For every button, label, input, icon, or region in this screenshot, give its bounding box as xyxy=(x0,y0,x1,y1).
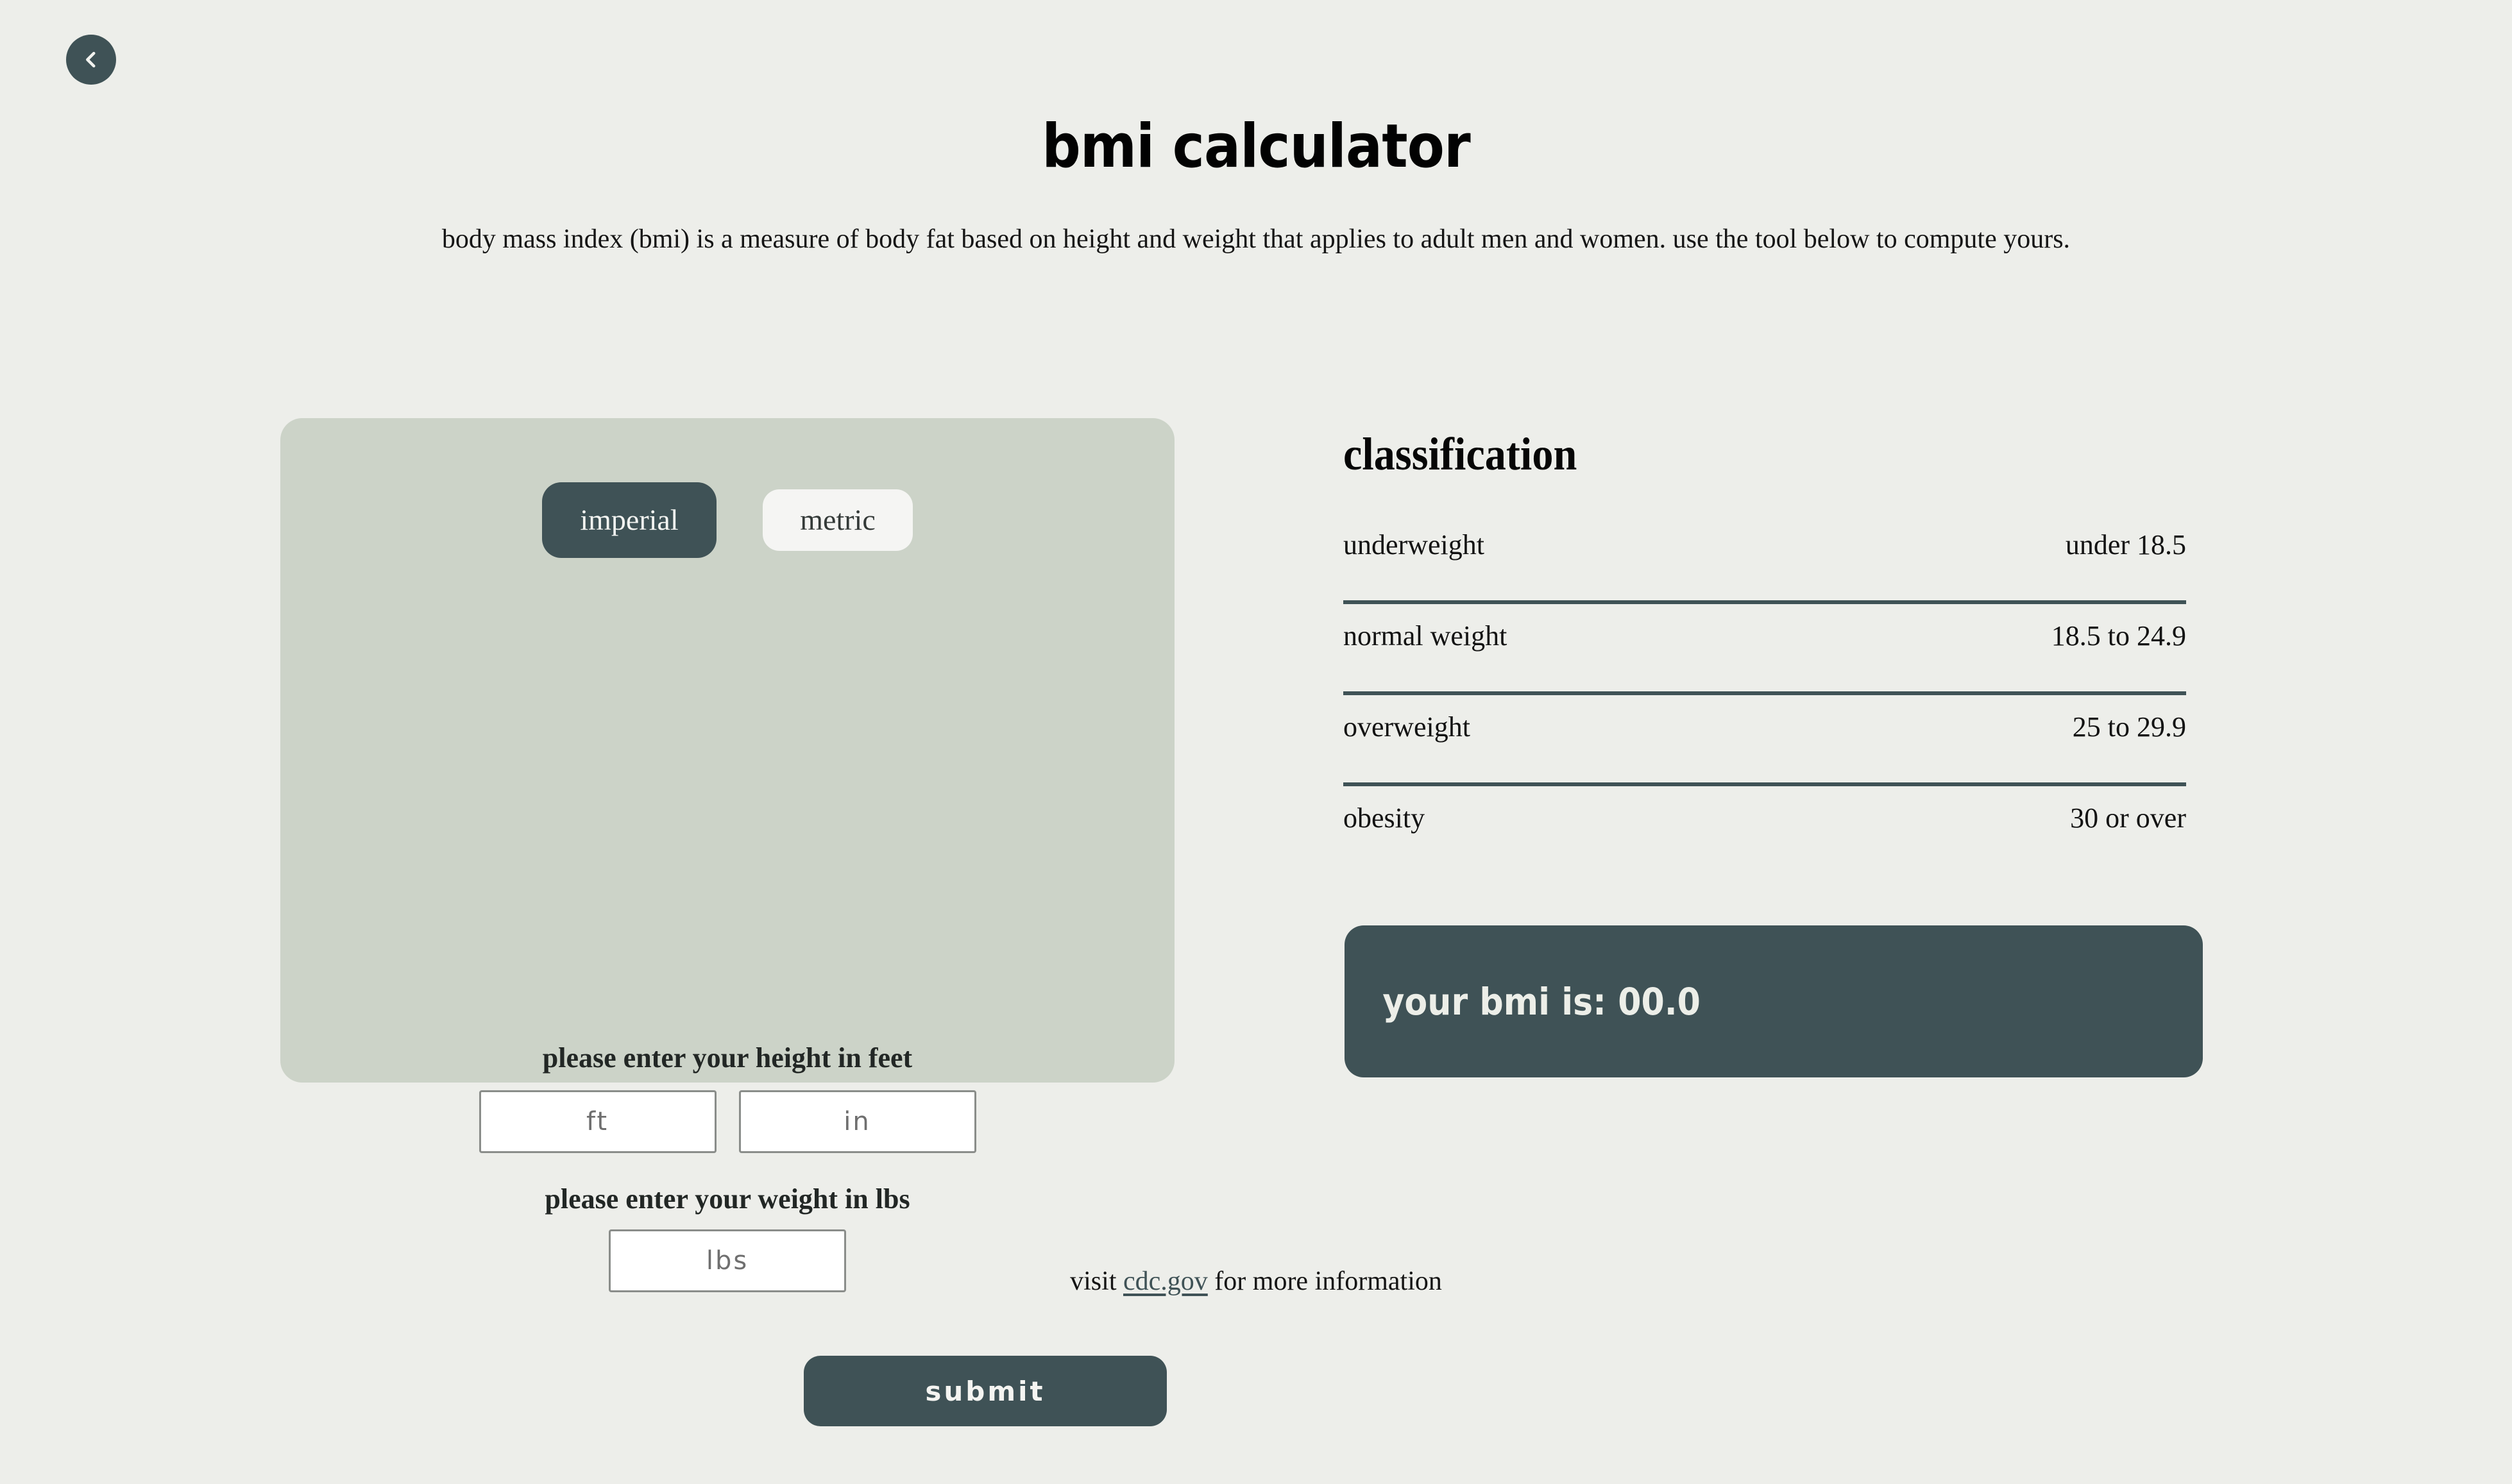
height-feet-input[interactable] xyxy=(479,1090,717,1153)
bmi-calculator-page: bmi calculator body mass index (bmi) is … xyxy=(0,0,2512,1484)
calculator-card: imperial metric please enter your height… xyxy=(280,418,1175,1426)
classification-range: 25 to 29.9 xyxy=(2072,711,2186,743)
classification-name: obesity xyxy=(1343,802,1425,834)
table-row: obesity 30 or over xyxy=(1343,786,2186,877)
chevron-left-icon xyxy=(80,49,102,71)
classification-range: under 18.5 xyxy=(2065,529,2186,561)
height-inches-input[interactable] xyxy=(738,1090,976,1153)
table-row: normal weight 18.5 to 24.9 xyxy=(1343,604,2186,695)
classification-name: overweight xyxy=(1343,711,1470,743)
bmi-result-text: your bmi is: 00.0 xyxy=(1382,979,1701,1024)
classification-name: normal weight xyxy=(1343,620,1507,652)
table-row: underweight under 18.5 xyxy=(1343,513,2186,604)
page-title: bmi calculator xyxy=(1042,112,1470,181)
unit-toggle-metric[interactable]: metric xyxy=(763,489,913,551)
cdc-link[interactable]: cdc.gov xyxy=(1123,1267,1208,1296)
height-field-label: please enter your height in feet xyxy=(542,1042,913,1074)
classification-range: 18.5 to 24.9 xyxy=(2051,620,2186,652)
height-input-row xyxy=(280,1090,1175,1153)
classification-name: underweight xyxy=(1343,529,1484,561)
unit-toggle-imperial[interactable]: imperial xyxy=(542,482,717,558)
table-row: overweight 25 to 29.9 xyxy=(1343,695,2186,786)
classification-heading: classification xyxy=(1343,428,1577,480)
classification-range: 30 or over xyxy=(2070,802,2186,834)
weight-field-label: please enter your weight in lbs xyxy=(545,1183,910,1215)
submit-button[interactable]: submit xyxy=(804,1356,1167,1426)
back-button[interactable] xyxy=(66,35,116,85)
footer-prefix: visit xyxy=(1070,1267,1123,1296)
bmi-result-banner: your bmi is: 00.0 xyxy=(1345,925,2203,1077)
classification-table: underweight under 18.5 normal weight 18.… xyxy=(1343,513,2186,877)
footer-suffix: for more information xyxy=(1207,1267,1442,1296)
page-subtitle: body mass index (bmi) is a measure of bo… xyxy=(441,224,2071,254)
unit-toggle-group: imperial metric xyxy=(280,482,1175,558)
footer: visit cdc.gov for more information xyxy=(0,1268,2512,1295)
